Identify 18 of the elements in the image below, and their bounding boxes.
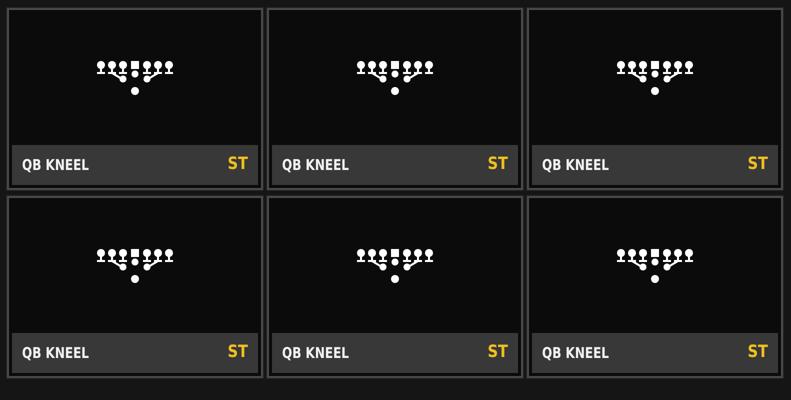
play-name: QB KNEEL <box>282 342 349 364</box>
play-type: ST <box>748 153 768 176</box>
play-type: ST <box>228 341 248 364</box>
play-name: QB KNEEL <box>22 154 89 176</box>
play-card[interactable]: QB KNEEL ST <box>7 8 263 190</box>
play-name: QB KNEEL <box>282 154 349 176</box>
play-name: QB KNEEL <box>542 154 609 176</box>
play-type: ST <box>488 341 508 364</box>
play-name: QB KNEEL <box>542 342 609 364</box>
play-name: QB KNEEL <box>22 342 89 364</box>
play-card[interactable]: QB KNEEL ST <box>267 196 523 378</box>
play-card[interactable]: QB KNEEL ST <box>527 8 783 190</box>
play-type: ST <box>488 153 508 176</box>
play-type: ST <box>748 341 768 364</box>
play-card[interactable]: QB KNEEL ST <box>527 196 783 378</box>
play-type: ST <box>228 153 248 176</box>
play-card[interactable]: QB KNEEL ST <box>267 8 523 190</box>
play-card[interactable]: QB KNEEL ST <box>7 196 263 378</box>
